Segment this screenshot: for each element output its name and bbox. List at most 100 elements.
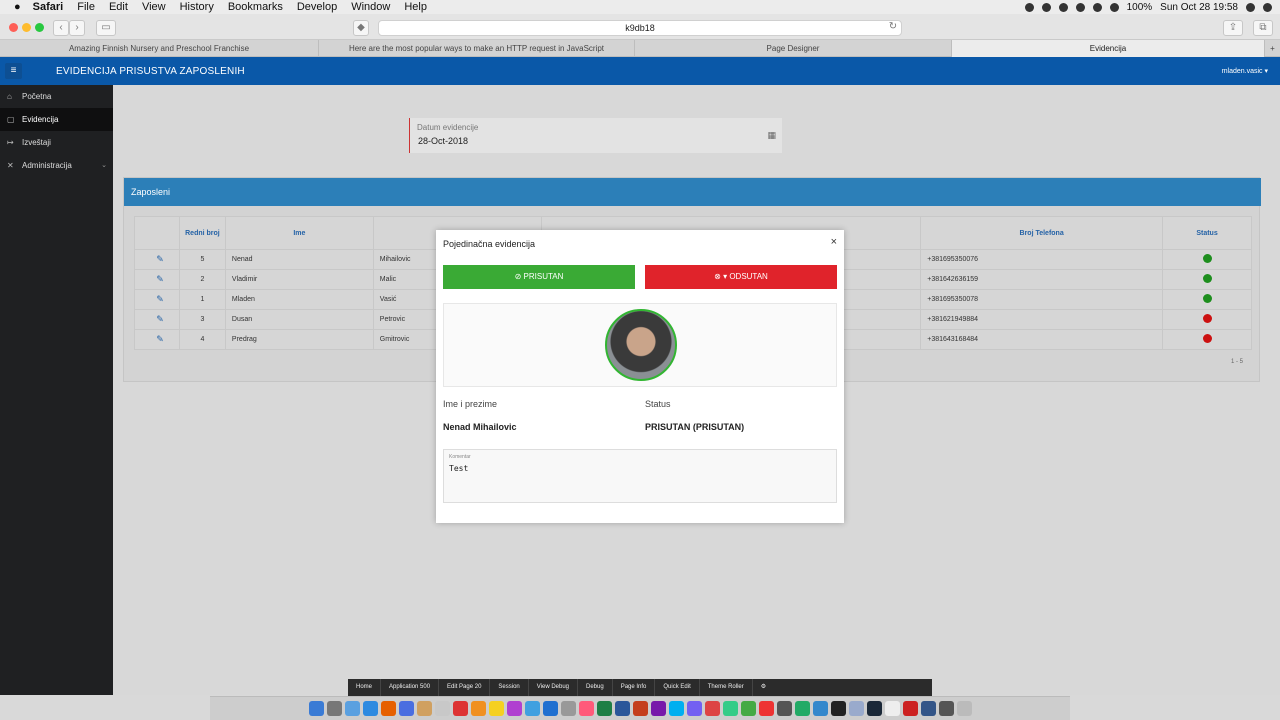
minimize-window-button[interactable] [22,23,31,32]
dev-session-button[interactable]: Session [490,679,529,696]
steam-icon[interactable] [866,701,882,716]
close-window-button[interactable] [9,23,18,32]
tab-page-designer[interactable]: Page Designer [635,40,952,57]
menu-edit[interactable]: Edit [109,1,128,13]
comment-value[interactable]: Test [449,464,468,473]
date-field[interactable]: Datum evidencije 28-Oct-2018 ▦ [409,118,782,153]
skype-icon[interactable] [668,701,684,716]
calendar-icon[interactable] [452,701,468,716]
music-icon[interactable] [578,701,594,716]
zoom-window-button[interactable] [35,23,44,32]
app-icon[interactable] [920,701,936,716]
calendar-icon[interactable]: ▦ [767,130,776,141]
sidebar-item-administracija[interactable]: ✕ Administracija ⌄ [0,154,113,177]
absent-button[interactable]: ⊗ ▾ ODSUTAN [645,265,837,289]
dev-theme-roller-button[interactable]: Theme Roller [700,679,753,696]
sidebar-toggle-icon[interactable]: ▭ [96,20,116,36]
dev-page-info-button[interactable]: Page Info [613,679,656,696]
menu-develop[interactable]: Develop [297,1,337,13]
dev-home-button[interactable]: Home [348,679,382,696]
app-store-icon[interactable] [542,701,558,716]
menu-history[interactable]: History [180,1,214,13]
sidebar-item-evidencija[interactable]: ▢ Evidencija [0,108,113,131]
trash-icon[interactable] [956,701,972,716]
app-menu-safari[interactable]: Safari [33,1,64,13]
dev-quick-edit-button[interactable]: Quick Edit [655,679,700,696]
edit-icon[interactable]: ✎ [134,249,180,270]
menu-help[interactable]: Help [404,1,427,13]
tab-http-request[interactable]: Here are the most popular ways to make a… [319,40,635,57]
menu-bookmarks[interactable]: Bookmarks [228,1,283,13]
app-icon[interactable] [524,701,540,716]
app-icon[interactable] [416,701,432,716]
edit-icon[interactable]: ✎ [134,269,180,290]
gear-icon[interactable]: ⚙ [753,679,774,696]
column-header-ime[interactable]: Ime [224,216,374,250]
launchpad-icon[interactable] [326,701,342,716]
shield-icon[interactable]: ◆ [353,20,369,36]
app-icon[interactable] [722,701,738,716]
app-icon[interactable] [794,701,810,716]
app-icon[interactable] [344,701,360,716]
app-icon[interactable] [398,701,414,716]
downloads-icon[interactable] [938,701,954,716]
app-icon[interactable] [740,701,756,716]
volume-icon[interactable] [1109,2,1119,12]
battery-percent[interactable]: 100% [1127,2,1153,13]
word-icon[interactable] [614,701,630,716]
address-bar[interactable]: k9db18 [378,20,902,36]
app-icon[interactable] [884,701,900,716]
status-icon[interactable] [1075,2,1085,12]
viber-icon[interactable] [686,701,702,716]
onenote-icon[interactable] [650,701,666,716]
back-button[interactable]: ‹ [53,20,69,36]
date-field-value[interactable]: 28-Oct-2018 [418,136,468,146]
menu-view[interactable]: View [142,1,166,13]
sidebar-item-izvestaji[interactable]: ↦ Izveštaji [0,131,113,154]
search-icon[interactable] [1246,2,1255,12]
app-icon[interactable] [758,701,774,716]
reload-icon[interactable]: ↻ [887,20,899,36]
tab-evidencija[interactable]: Evidencija [952,40,1265,57]
dev-view-debug-button[interactable]: View Debug [529,679,579,696]
app-icon[interactable] [902,701,918,716]
wifi-icon[interactable] [1092,2,1102,12]
present-button[interactable]: ⊘ PRISUTAN [443,265,635,289]
new-tab-button[interactable]: + [1265,40,1280,57]
app-title[interactable]: EVIDENCIJA PRISUSTVA ZAPOSLENIH [56,66,245,77]
menu-file[interactable]: File [77,1,95,13]
app-icon[interactable] [812,701,828,716]
safari-icon[interactable] [362,701,378,716]
status-icon[interactable] [1041,2,1051,12]
close-icon[interactable]: × [831,236,837,248]
forward-button[interactable]: › [69,20,85,36]
firefox-icon[interactable] [380,701,396,716]
apple-menu-icon[interactable]: ● [14,1,21,13]
app-icon[interactable] [506,701,522,716]
edit-icon[interactable]: ✎ [134,329,180,350]
app-icon[interactable] [470,701,486,716]
status-icon[interactable] [1024,2,1034,12]
user-menu[interactable]: mladen.vasic ▾ [1222,67,1268,75]
clock[interactable]: Sun Oct 28 19:58 [1160,2,1238,13]
edit-icon[interactable]: ✎ [134,289,180,310]
excel-icon[interactable] [596,701,612,716]
column-header-status[interactable]: Status [1162,216,1252,250]
finder-icon[interactable] [308,701,324,716]
tab-nursery[interactable]: Amazing Finnish Nursery and Preschool Fr… [0,40,319,57]
dev-debug-button[interactable]: Debug [578,679,613,696]
siri-icon[interactable] [1263,2,1272,12]
app-icon[interactable] [848,701,864,716]
terminal-icon[interactable] [830,701,846,716]
settings-icon[interactable] [560,701,576,716]
app-icon[interactable] [434,701,450,716]
sidebar-item-pocetna[interactable]: ⌂ Početna [0,85,113,108]
powerpoint-icon[interactable] [632,701,648,716]
menu-toggle-icon[interactable]: ≡ [5,63,22,79]
dev-application-button[interactable]: Application 500 [381,679,440,696]
edit-icon[interactable]: ✎ [134,309,180,330]
status-icon[interactable] [1058,2,1068,12]
share-icon[interactable]: ⇪ [1223,20,1243,36]
dev-edit-page-button[interactable]: Edit Page 20 [439,679,491,696]
column-header-redni-broj[interactable]: Redni broj [178,216,226,250]
